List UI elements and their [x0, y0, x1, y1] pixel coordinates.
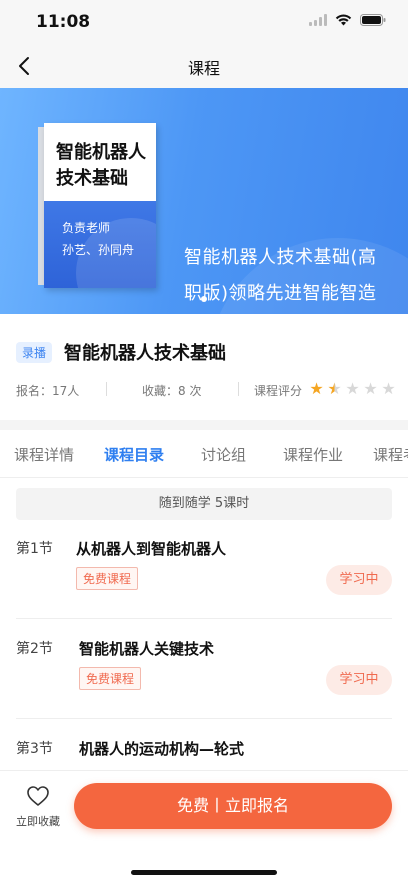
course-info: 录播 智能机器人技术基础 报名：17人 收藏：8 次 课程评分 ★ ★ ★ ★ ★	[0, 314, 408, 414]
lesson-title: 智能机器人关键技术	[79, 640, 215, 658]
teacher-names: 孙艺、孙同舟	[62, 243, 135, 257]
section-gap	[0, 420, 408, 430]
book-cover: 智能机器人 技术基础 负责老师 孙艺、孙同舟	[38, 123, 156, 288]
course-banner[interactable]: 智能机器人 技术基础 负责老师 孙艺、孙同舟 智能机器人技术基础(高职版)领略先…	[0, 88, 408, 314]
catalog-header: 随到随学 5课时	[16, 488, 392, 520]
rating-label: 课程评分	[254, 384, 303, 398]
book-bottom-panel: 负责老师 孙艺、孙同舟	[44, 201, 156, 288]
divider	[16, 618, 392, 619]
learning-status-button[interactable]: 学习中	[326, 665, 392, 695]
heart-outline-icon	[27, 786, 49, 806]
tab-exam[interactable]: 课程考	[373, 444, 408, 465]
lesson-number: 第2节	[16, 641, 53, 657]
course-type-tag: 录播	[16, 342, 53, 363]
carousel-dot[interactable]	[201, 296, 207, 302]
free-tag: 免费课程	[76, 567, 139, 590]
banner-slogan: 智能机器人技术基础(高职版)领略先进智能智造的魅力	[184, 247, 377, 304]
status-time: 11:08	[36, 12, 91, 32]
status-icons	[309, 14, 386, 26]
lesson-title: 从机器人到智能机器人	[76, 540, 227, 558]
book-front: 智能机器人 技术基础 负责老师 孙艺、孙同舟	[44, 123, 156, 288]
bottom-action-bar: 立即收藏 免费丨立即报名	[0, 770, 408, 883]
star-icon: ★	[345, 379, 360, 398]
divider	[106, 382, 107, 396]
favorite-button[interactable]: 立即收藏	[10, 785, 66, 835]
course-tabs: 课程详情 课程目录 讨论组 课程作业 课程考	[0, 430, 408, 478]
lesson-item[interactable]: 第2节 智能机器人关键技术 免费课程 学习中	[0, 638, 408, 738]
home-indicator[interactable]	[131, 870, 277, 875]
divider	[238, 382, 239, 396]
book-title-line1: 智能机器人	[56, 142, 146, 163]
star-icon: ★	[381, 379, 396, 398]
book-teacher: 负责老师 孙艺、孙同舟	[62, 217, 134, 261]
tab-course-details[interactable]: 课程详情	[14, 444, 74, 465]
nav-bar: 课程	[0, 44, 408, 88]
lesson-item[interactable]: 第1节 从机器人到智能机器人 免费课程 学习中	[0, 538, 408, 638]
favorite-label: 立即收藏	[16, 815, 60, 828]
star-icon: ★	[363, 379, 378, 398]
lesson-number: 第3节	[16, 741, 53, 757]
course-title: 智能机器人技术基础	[64, 343, 226, 364]
signal-icon	[309, 14, 327, 26]
divider	[16, 718, 392, 719]
learning-status-button[interactable]: 学习中	[326, 565, 392, 595]
enroll-count: 报名：17人	[16, 384, 80, 398]
book-title: 智能机器人 技术基础	[56, 140, 156, 192]
page-title: 课程	[187, 59, 220, 78]
rating-stars: ★ ★ ★ ★ ★	[308, 380, 397, 397]
free-tag: 免费课程	[79, 667, 142, 690]
teacher-label: 负责老师	[62, 221, 111, 235]
tab-discussion[interactable]: 讨论组	[201, 444, 246, 465]
wifi-icon	[335, 14, 352, 26]
book-title-line2: 技术基础	[56, 168, 128, 189]
tab-homework[interactable]: 课程作业	[283, 444, 343, 465]
enroll-button[interactable]: 免费丨立即报名	[74, 783, 392, 829]
tab-course-catalog[interactable]: 课程目录	[104, 444, 164, 465]
star-icon: ★	[327, 379, 342, 398]
lesson-number: 第1节	[16, 541, 53, 557]
favorite-count: 收藏：8 次	[142, 384, 202, 398]
status-bar: 11:08	[0, 0, 408, 44]
star-icon: ★	[309, 379, 324, 398]
lesson-title: 机器人的运动机构—轮式	[79, 740, 245, 758]
battery-icon	[360, 14, 386, 26]
course-stats: 报名：17人 收藏：8 次 课程评分 ★ ★ ★ ★ ★	[16, 380, 396, 400]
